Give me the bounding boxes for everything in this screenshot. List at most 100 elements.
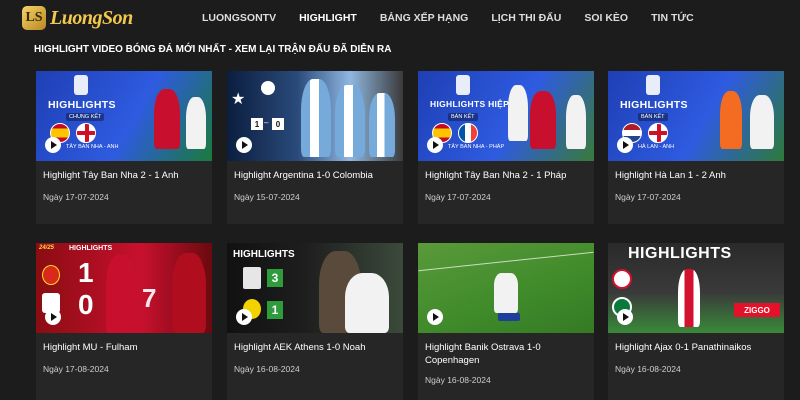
nav-item-luongsontv[interactable]: LUONGSONTV: [202, 12, 276, 24]
thumbnail-heading: HIGHLIGHTS HIỆP 1: [430, 99, 517, 109]
play-icon[interactable]: [236, 309, 252, 325]
thumbnail-round: CHUNG KẾT: [66, 113, 105, 121]
section-title: HIGHLIGHT VIDEO BÓNG ĐÁ MỚI NHẤT - XEM L…: [34, 44, 392, 55]
site-logo[interactable]: LS LuongSon: [22, 5, 133, 31]
video-thumbnail[interactable]: ★ 1 – 0: [227, 71, 403, 161]
nav-item-highlight[interactable]: HIGHLIGHT: [299, 12, 357, 24]
player-figure: [186, 97, 206, 149]
card-date: Ngày 17-07-2024: [425, 192, 491, 202]
pitch-line: [418, 251, 594, 272]
euro-2024-trophy-icon: [456, 75, 470, 95]
card-title[interactable]: Highlight Tây Ban Nha 2 - 1 Anh: [43, 169, 205, 182]
play-icon[interactable]: [427, 309, 443, 325]
card-title[interactable]: Highlight Hà Lan 1 - 2 Anh: [615, 169, 777, 182]
france-flag-icon: [458, 123, 478, 143]
sponsor-board: ZIGGO: [734, 303, 780, 317]
noah-crest-icon: [243, 267, 261, 289]
video-card[interactable]: 24/25 HIGHLIGHTS 1 0 7 Highlight MU - Fu…: [36, 243, 212, 400]
player-figure: [494, 273, 518, 313]
player-figure: [172, 253, 206, 333]
video-thumbnail[interactable]: HIGHLIGHTS 3 1: [227, 243, 403, 333]
score-home: 3: [267, 269, 283, 287]
card-title[interactable]: Highlight Banik Ostrava 1-0 Copenhagen: [425, 341, 587, 367]
play-icon[interactable]: [45, 309, 61, 325]
card-date: Ngày 15-07-2024: [234, 192, 300, 202]
player-shorts: [498, 313, 520, 321]
video-thumbnail[interactable]: HIGHLIGHTS BÁN KẾT HÀ LAN - ANH: [608, 71, 784, 161]
season-label: 24/25: [39, 245, 55, 251]
video-thumbnail[interactable]: HIGHLIGHTS ZIGGO: [608, 243, 784, 333]
player-figure: [335, 85, 365, 157]
thumbnail-caption: TÂY BAN NHA - ANH: [66, 144, 119, 150]
card-date: Ngày 17-07-2024: [615, 192, 681, 202]
play-icon[interactable]: [617, 309, 633, 325]
thumbnail-round: BÁN KẾT: [638, 113, 668, 121]
video-card[interactable]: HIGHLIGHTS 3 1 Highlight AEK Athens 1-0 …: [227, 243, 403, 400]
card-date: Ngày 16-08-2024: [425, 375, 491, 385]
card-date: Ngày 17-07-2024: [43, 192, 109, 202]
play-icon[interactable]: [617, 137, 633, 153]
player-figure: [345, 273, 389, 333]
player-figure: [678, 269, 700, 327]
card-title[interactable]: Highlight Argentina 1-0 Colombia: [234, 169, 396, 182]
player-figure: [508, 85, 528, 141]
player-figure: [530, 91, 556, 149]
score-away: 0: [272, 118, 284, 130]
player-figure: [106, 255, 136, 333]
thumbnail-heading: HIGHLIGHTS: [628, 245, 732, 262]
man-united-crest-icon: [42, 265, 60, 285]
england-flag-icon: [76, 123, 96, 143]
video-thumbnail[interactable]: HIGHLIGHTS CHUNG KẾT TÂY BAN NHA - ANH: [36, 71, 212, 161]
thumbnail-caption: TÂY BAN NHA - PHÁP: [448, 144, 505, 150]
player-figure: [369, 93, 395, 157]
play-icon[interactable]: [45, 137, 61, 153]
video-thumbnail[interactable]: [418, 243, 594, 333]
thumbnail-round: BÁN KẾT: [448, 113, 478, 121]
score-home: 1: [78, 257, 94, 288]
video-card[interactable]: HIGHLIGHTS HIỆP 1 BÁN KẾT TÂY BAN NHA - …: [418, 71, 594, 224]
player-figure: [566, 95, 586, 149]
copa-america-icon: [261, 81, 275, 95]
shirt-number: 7: [142, 283, 157, 313]
player-figure: [720, 91, 742, 149]
nav-item-schedule[interactable]: LỊCH THI ĐẤU: [491, 12, 561, 24]
card-date: Ngày 16-08-2024: [234, 364, 300, 374]
video-thumbnail[interactable]: HIGHLIGHTS HIỆP 1 BÁN KẾT TÂY BAN NHA - …: [418, 71, 594, 161]
ajax-crest-icon: [612, 269, 632, 289]
thumbnail-caption: HÀ LAN - ANH: [638, 144, 675, 150]
thumbnail-heading: HIGHLIGHTS: [620, 99, 688, 111]
logo-text: LuongSon: [50, 6, 133, 29]
video-thumbnail[interactable]: 24/25 HIGHLIGHTS 1 0 7: [36, 243, 212, 333]
card-title[interactable]: Highlight Ajax 0-1 Panathinaikos: [615, 341, 777, 354]
player-figure: [750, 95, 774, 149]
video-card[interactable]: Highlight Banik Ostrava 1-0 Copenhagen N…: [418, 243, 594, 400]
play-icon[interactable]: [236, 137, 252, 153]
nav-item-betting-tips[interactable]: SOI KÈO: [584, 12, 628, 24]
card-title[interactable]: Highlight Tây Ban Nha 2 - 1 Pháp: [425, 169, 587, 182]
card-date: Ngày 16-08-2024: [615, 364, 681, 374]
play-icon[interactable]: [427, 137, 443, 153]
thumbnail-heading: HIGHLIGHTS: [233, 249, 295, 260]
thumbnail-heading: HIGHLIGHTS: [69, 245, 113, 252]
euro-2024-trophy-icon: [646, 75, 660, 95]
thumbnail-heading: HIGHLIGHTS: [48, 99, 116, 111]
main-nav: LUONGSONTV HIGHLIGHT BẢNG XẾP HẠNG LỊCH …: [202, 0, 717, 36]
card-title[interactable]: Highlight MU - Fulham: [43, 341, 205, 354]
video-card[interactable]: HIGHLIGHTS ZIGGO Highlight Ajax 0-1 Pana…: [608, 243, 784, 400]
euro-2024-trophy-icon: [74, 75, 88, 95]
england-flag-icon: [648, 123, 668, 143]
star-icon: ★: [231, 91, 246, 108]
score-away: 1: [267, 301, 283, 319]
video-card[interactable]: HIGHLIGHTS CHUNG KẾT TÂY BAN NHA - ANH H…: [36, 71, 212, 224]
card-date: Ngày 17-08-2024: [43, 364, 109, 374]
player-figure: [154, 89, 180, 149]
top-navigation-bar: LS LuongSon LUONGSONTV HIGHLIGHT BẢNG XẾ…: [0, 0, 800, 38]
score-away: 0: [78, 289, 94, 320]
video-card[interactable]: HIGHLIGHTS BÁN KẾT HÀ LAN - ANH Highligh…: [608, 71, 784, 224]
nav-item-news[interactable]: TIN TỨC: [651, 12, 694, 24]
video-card[interactable]: ★ 1 – 0 Highlight Argentina 1-0 Colombia…: [227, 71, 403, 224]
player-figure: [301, 79, 331, 157]
score-home: 1: [251, 118, 263, 130]
card-title[interactable]: Highlight AEK Athens 1-0 Noah: [234, 341, 396, 354]
nav-item-standings[interactable]: BẢNG XẾP HẠNG: [380, 12, 469, 24]
